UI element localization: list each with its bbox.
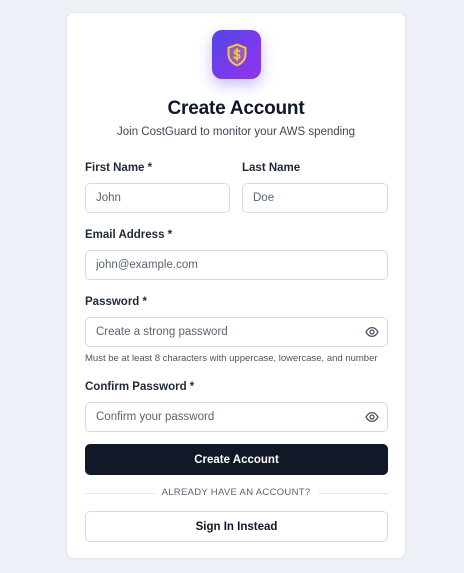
signup-card: Create Account Join CostGuard to monitor… bbox=[66, 12, 406, 559]
shield-dollar-icon bbox=[227, 43, 246, 66]
page-title: Create Account bbox=[167, 98, 305, 119]
eye-icon[interactable] bbox=[365, 325, 379, 339]
page-subtitle: Join CostGuard to monitor your AWS spend… bbox=[117, 126, 355, 138]
password-hint: Must be at least 8 characters with upper… bbox=[85, 353, 378, 364]
eye-icon[interactable] bbox=[365, 410, 379, 424]
last-name-input[interactable] bbox=[242, 183, 388, 213]
create-account-button[interactable]: Create Account bbox=[85, 444, 388, 475]
password-label: Password * bbox=[85, 296, 147, 308]
confirm-password-input[interactable] bbox=[85, 402, 388, 432]
email-label: Email Address * bbox=[85, 229, 173, 241]
sign-in-button[interactable]: Sign In Instead bbox=[85, 511, 388, 542]
password-input[interactable] bbox=[85, 317, 388, 347]
confirm-password-label: Confirm Password * bbox=[85, 381, 195, 393]
divider-label: ALREADY HAVE AN ACCOUNT? bbox=[155, 487, 317, 498]
first-name-label: First Name * bbox=[85, 162, 153, 174]
first-name-input[interactable] bbox=[85, 183, 230, 213]
email-input[interactable] bbox=[85, 250, 388, 280]
divider-text: ALREADY HAVE AN ACCOUNT? bbox=[67, 487, 405, 498]
last-name-label: Last Name bbox=[242, 162, 301, 174]
app-logo bbox=[212, 30, 261, 79]
